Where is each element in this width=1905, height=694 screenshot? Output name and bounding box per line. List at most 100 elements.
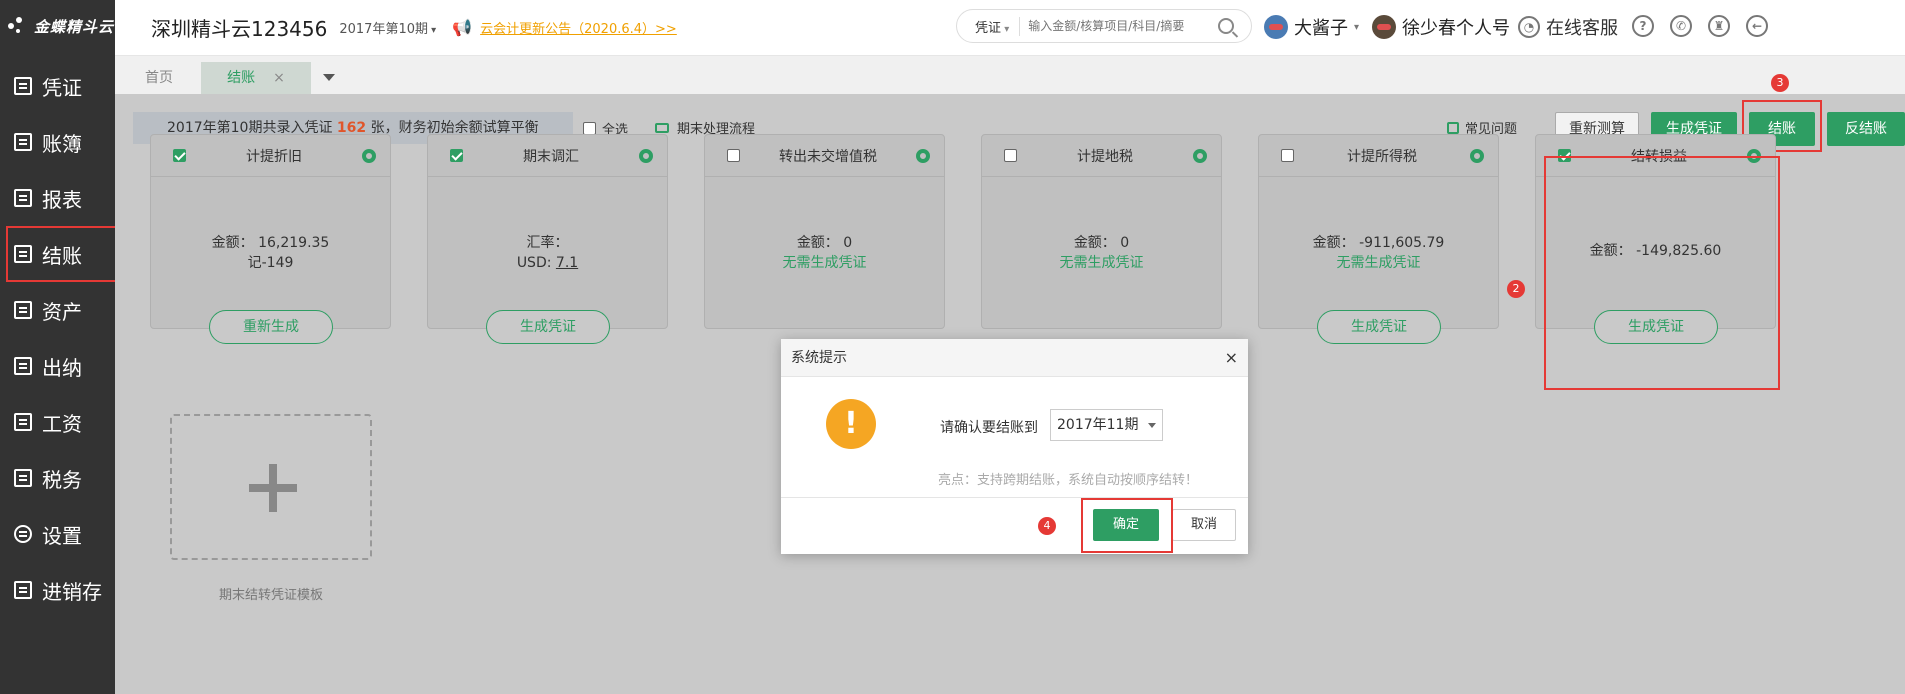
sidebar-item-report[interactable]: 报表 bbox=[0, 170, 115, 226]
reverse-close-button[interactable]: 反结账 bbox=[1827, 112, 1905, 146]
card-checkbox[interactable] bbox=[727, 149, 740, 162]
gear-icon[interactable] bbox=[1747, 148, 1761, 163]
step-badge-4: 4 bbox=[1038, 517, 1056, 535]
card-checkbox[interactable] bbox=[1281, 149, 1294, 162]
card-profit-loss-transfer: 结转损益 金额： -149,825.60 生成凭证 bbox=[1535, 134, 1776, 344]
sidebar-item-ledger[interactable]: 账簿 bbox=[0, 114, 115, 170]
card-title: 计提折旧 bbox=[246, 148, 302, 165]
user-menu[interactable]: 大酱子 ▾ bbox=[1264, 14, 1359, 40]
update-notice[interactable]: 📢 云会计更新公告（2020.6.4）>> bbox=[452, 18, 677, 37]
card-title: 计提地税 bbox=[1077, 148, 1133, 165]
card-vat-transfer: 转出未交增值税 金额： 0 无需生成凭证 bbox=[704, 134, 945, 329]
salary-icon bbox=[14, 413, 32, 431]
card-checkbox[interactable] bbox=[1558, 149, 1571, 162]
sidebar-item-settings[interactable]: 设置 bbox=[0, 506, 115, 562]
online-service-label: 在线客服 bbox=[1546, 18, 1618, 39]
card-local-tax: 计提地税 金额： 0 无需生成凭证 bbox=[981, 134, 1222, 329]
logo[interactable]: 金蝶精斗云 bbox=[0, 0, 115, 52]
card-title: 期末调汇 bbox=[523, 148, 579, 165]
user-name: 大酱子 bbox=[1294, 18, 1348, 39]
cashier-icon bbox=[14, 357, 32, 375]
confirm-button[interactable]: 确定 bbox=[1093, 509, 1159, 541]
dialog-title: 系统提示 bbox=[791, 350, 847, 366]
inventory-icon bbox=[14, 581, 32, 599]
card-amount: 金额： 16,219.35 bbox=[211, 235, 330, 251]
account-avatar bbox=[1372, 15, 1396, 39]
company-name[interactable]: 深圳精斗云123456 bbox=[151, 13, 327, 42]
dialog-label: 请确认要结账到 bbox=[940, 420, 1038, 436]
card-voucher-no[interactable]: 记-149 bbox=[151, 253, 390, 273]
sidebar-item-close-account[interactable]: 结账 bbox=[6, 226, 117, 282]
account-menu[interactable]: 徐少春个人号 bbox=[1372, 14, 1510, 40]
gear-icon[interactable] bbox=[1193, 148, 1207, 163]
generate-voucher-button[interactable]: 生成凭证 bbox=[1317, 310, 1441, 344]
generate-voucher-button[interactable]: 生成凭证 bbox=[486, 310, 610, 344]
search-box: 凭证 bbox=[956, 9, 1252, 43]
phone-icon[interactable]: ✆ bbox=[1670, 15, 1692, 37]
card-title: 计提所得税 bbox=[1347, 148, 1417, 165]
card-checkbox[interactable] bbox=[173, 149, 186, 162]
asset-icon bbox=[14, 301, 32, 319]
card-title: 转出未交增值税 bbox=[779, 148, 877, 165]
logo-text: 金蝶精斗云 bbox=[34, 17, 115, 36]
sidebar: 金蝶精斗云 凭证 账簿 报表 结账 资产 出纳 工资 税务 设置 进销存 bbox=[0, 0, 117, 694]
update-notice-link[interactable]: 云会计更新公告（2020.6.4）>> bbox=[480, 18, 677, 37]
sidebar-item-inventory[interactable]: 进销存 bbox=[0, 562, 115, 618]
step-badge-2: 2 bbox=[1507, 280, 1525, 298]
card-rate-label: 汇率： bbox=[526, 235, 569, 251]
tab-more-icon[interactable] bbox=[323, 74, 335, 81]
report-icon bbox=[14, 189, 32, 207]
card-title: 结转损益 bbox=[1631, 148, 1687, 165]
sidebar-item-tax[interactable]: 税务 bbox=[0, 450, 115, 506]
search-icon[interactable] bbox=[1218, 18, 1235, 34]
card-status: 无需生成凭证 bbox=[1059, 255, 1144, 271]
logout-icon[interactable]: ← bbox=[1746, 15, 1768, 37]
sidebar-item-salary[interactable]: 工资 bbox=[0, 394, 115, 450]
regenerate-button[interactable]: 重新生成 bbox=[209, 310, 333, 344]
ledger-icon bbox=[14, 133, 32, 151]
add-template-label: 期末结转凭证模板 bbox=[218, 588, 323, 603]
gear-icon[interactable] bbox=[362, 148, 376, 163]
sidebar-item-asset[interactable]: 资产 bbox=[0, 282, 115, 338]
card-checkbox[interactable] bbox=[1004, 149, 1017, 162]
online-service[interactable]: ◔ 在线客服 bbox=[1518, 14, 1618, 40]
card-amount: 金额： 0 bbox=[796, 235, 853, 251]
warning-icon: ! bbox=[826, 399, 876, 449]
close-icon[interactable]: × bbox=[273, 70, 285, 86]
confirm-dialog: 系统提示 × ! 请确认要结账到 2017年11期 亮点：支持跨期结账，系统自动按… bbox=[781, 339, 1248, 554]
step-badge-3: 3 bbox=[1771, 74, 1789, 92]
search-input[interactable] bbox=[1028, 19, 1219, 33]
rate-value[interactable]: 7.1 bbox=[556, 255, 578, 271]
card-income-tax: 计提所得税 金额： -911,605.79 无需生成凭证 生成凭证 bbox=[1258, 134, 1499, 344]
card-amount: 金额： 0 bbox=[1073, 235, 1130, 251]
gear-icon[interactable] bbox=[916, 148, 930, 163]
sidebar-item-cashier[interactable]: 出纳 bbox=[0, 338, 115, 394]
voucher-icon bbox=[14, 77, 32, 95]
logo-icon bbox=[8, 15, 30, 37]
chevron-down-icon: ▾ bbox=[1354, 21, 1360, 33]
period-select[interactable]: 2017年11期 bbox=[1050, 409, 1163, 441]
help-icon[interactable]: ? bbox=[1632, 15, 1654, 37]
tab-home[interactable]: 首页 bbox=[123, 62, 195, 94]
close-icon[interactable]: × bbox=[1225, 339, 1238, 377]
card-checkbox[interactable] bbox=[450, 149, 463, 162]
sidebar-item-voucher[interactable]: 凭证 bbox=[0, 58, 115, 114]
add-template-card[interactable] bbox=[170, 414, 372, 560]
tab-close-account[interactable]: 结账 × bbox=[201, 62, 311, 94]
sidebar-nav: 凭证 账簿 报表 结账 资产 出纳 工资 税务 设置 进销存 bbox=[0, 58, 117, 618]
gear-icon[interactable] bbox=[639, 148, 653, 163]
header-tools: ? ✆ ♜ ← bbox=[1632, 15, 1768, 37]
tax-icon bbox=[14, 469, 32, 487]
gear-icon[interactable] bbox=[1470, 148, 1484, 163]
account-name: 徐少春个人号 bbox=[1402, 18, 1510, 39]
shirt-icon[interactable]: ♜ bbox=[1708, 15, 1730, 37]
cancel-button[interactable]: 取消 bbox=[1172, 509, 1236, 541]
divider bbox=[781, 497, 1248, 498]
settings-icon bbox=[14, 525, 32, 543]
period-selector[interactable]: 2017年第10期 bbox=[339, 18, 436, 37]
video-icon bbox=[655, 122, 669, 133]
generate-voucher-button[interactable]: 生成凭证 bbox=[1594, 310, 1718, 344]
card-amount: 金额： -149,825.60 bbox=[1589, 243, 1722, 259]
headset-icon: ◔ bbox=[1518, 16, 1540, 38]
search-type-dropdown[interactable]: 凭证 bbox=[957, 16, 1021, 36]
